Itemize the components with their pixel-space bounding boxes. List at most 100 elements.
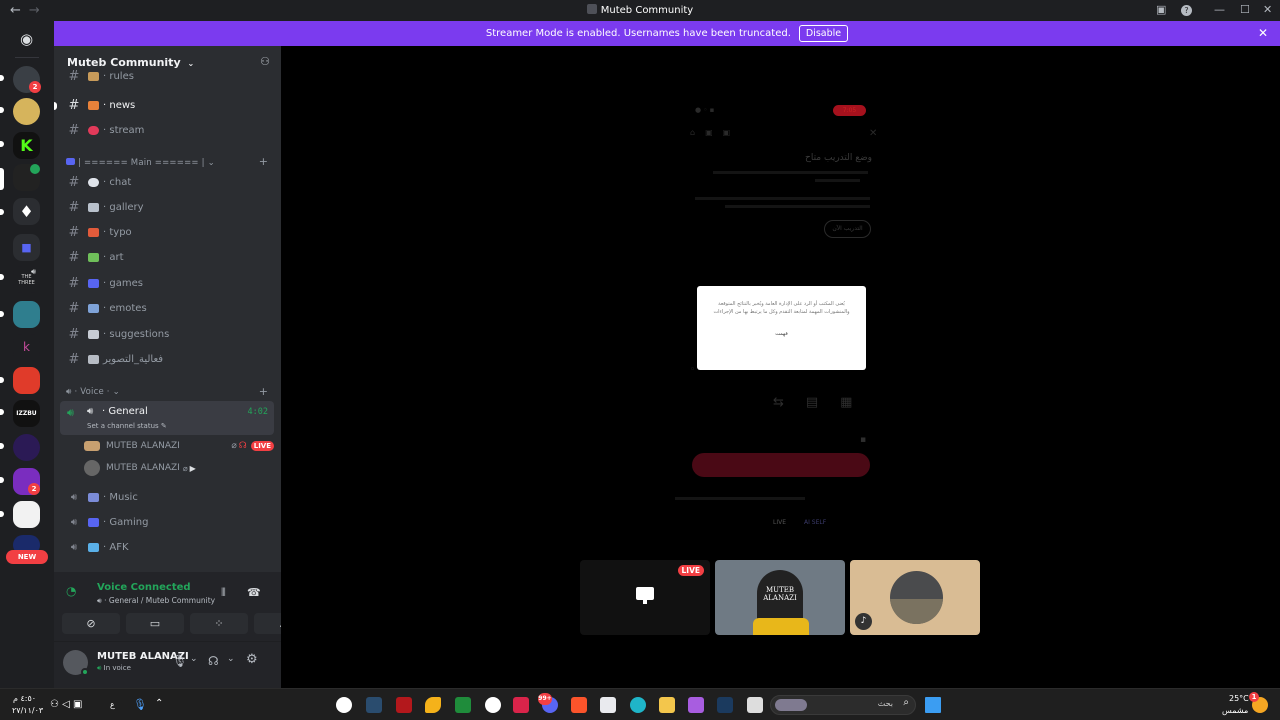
channel-chat[interactable]: # · chat: [60, 171, 274, 194]
microphone-tray-icon[interactable]: 🎙︎: [133, 698, 147, 711]
server-icon-9[interactable]: [13, 367, 40, 394]
headset-icon: ☊: [238, 441, 247, 451]
windows-start-icon[interactable]: [925, 697, 941, 713]
taskbar-app-icon[interactable]: [366, 697, 382, 713]
channel-emoji-icon: [88, 101, 99, 110]
channel-typo[interactable]: # · typo: [60, 221, 274, 244]
category-label: | ====== Main ====== |: [78, 158, 205, 168]
taskbar-app-icon[interactable]: [747, 697, 763, 713]
edge-icon[interactable]: [630, 697, 646, 713]
voice-user-row[interactable]: MUTEB ALANAZI ⌀ ☊ LIVE: [84, 436, 274, 456]
participant-tile-avatar[interactable]: MUTEB ALANAZI: [715, 560, 845, 635]
category-main[interactable]: | ====== Main ====== | ⌄: [66, 158, 215, 168]
voice-channel-afk[interactable]: 🔊︎ · AFK: [60, 536, 274, 559]
taskbar-app-icon[interactable]: [425, 697, 441, 713]
help-icon[interactable]: ?: [1181, 5, 1192, 16]
chevron-down-icon: ⌄: [207, 158, 215, 168]
chevron-down-icon[interactable]: ⌄: [227, 654, 235, 664]
xbox-icon[interactable]: [485, 697, 501, 713]
channel-art[interactable]: # · art: [60, 246, 274, 269]
home-button[interactable]: ◉: [13, 26, 40, 53]
close-button[interactable]: ✕: [1263, 3, 1272, 16]
disable-streamer-mode-button[interactable]: Disable: [798, 25, 849, 42]
voice-channel-general[interactable]: 🔊︎ 🔊︎ · General 4:02 Set a channel statu…: [60, 401, 274, 435]
close-banner-icon[interactable]: ✕: [1258, 26, 1268, 40]
channel-emotes[interactable]: # · emotes: [60, 297, 274, 320]
set-channel-status[interactable]: Set a channel status ✎: [87, 422, 167, 430]
maximize-button[interactable]: ☐: [1240, 3, 1250, 16]
hash-icon: #: [68, 225, 80, 240]
disconnect-icon[interactable]: ☎: [247, 586, 261, 599]
chevron-down-icon[interactable]: ⌄: [190, 654, 198, 664]
voice-status[interactable]: Voice Connected: [97, 582, 191, 593]
participant-tile-user[interactable]: ♪: [850, 560, 980, 635]
share-screen-button[interactable]: ▭: [126, 613, 184, 634]
taskbar-app-icon[interactable]: [396, 697, 412, 713]
taskbar-app-icon[interactable]: [513, 697, 529, 713]
folder-icon[interactable]: ■: [13, 234, 40, 261]
create-channel-icon[interactable]: +: [259, 155, 268, 168]
minimize-button[interactable]: —: [1214, 3, 1225, 16]
file-explorer-icon[interactable]: [659, 697, 675, 713]
channel-emoji-icon: [88, 493, 99, 502]
new-badge: NEW: [6, 550, 48, 564]
hash-icon: #: [68, 69, 80, 83]
muted-mic-icon: ⌀: [231, 441, 237, 451]
server-icon-8[interactable]: k: [13, 334, 40, 361]
clock-date[interactable]: ٢٧/١١/٠٣: [12, 706, 43, 715]
clock-time[interactable]: ٤:٥٠ م: [13, 694, 36, 703]
voice-channel-gaming[interactable]: 🔊︎ · Gaming: [60, 511, 274, 534]
system-tray-icons[interactable]: ⚇ ◁ ▣: [50, 699, 82, 710]
participant-tile-screen[interactable]: LIVE: [580, 560, 710, 635]
channel-name: · games: [103, 278, 143, 289]
voice-channel-music[interactable]: 🔊︎ · Music: [60, 486, 274, 509]
dialog-ok-button: فهمت: [775, 331, 788, 337]
channel-name: · AFK: [103, 542, 129, 553]
channel-gallery[interactable]: # · gallery: [60, 196, 274, 219]
user-avatar-circle: [890, 571, 943, 624]
server-icon-13[interactable]: [13, 501, 40, 528]
turn-off-camera-button[interactable]: ⊘: [62, 613, 120, 634]
server-icon-2[interactable]: [13, 98, 40, 125]
channel-photo-event[interactable]: # فعالية_التصوير: [60, 348, 274, 371]
create-channel-icon[interactable]: +: [259, 385, 268, 398]
chevron-up-icon[interactable]: ⌃: [155, 698, 163, 709]
server-icon-5[interactable]: ♦: [13, 198, 40, 225]
channel-stream[interactable]: # · stream: [60, 119, 274, 142]
channel-rules[interactable]: # · rules: [60, 69, 274, 83]
inbox-icon[interactable]: ▣: [1156, 3, 1166, 16]
server-icon-izzbu[interactable]: IZZBU: [13, 400, 40, 427]
taskbar-app-icon[interactable]: [336, 697, 352, 713]
store-icon[interactable]: [600, 697, 616, 713]
channel-emoji-icon: [88, 279, 99, 288]
noise-suppression-icon[interactable]: ⦀: [221, 586, 226, 600]
mention-badge: 2: [28, 483, 40, 495]
weather-condition[interactable]: مشمس: [1222, 706, 1248, 715]
category-voice[interactable]: 🔊︎ · Voice · ⌄: [66, 387, 120, 397]
server-icon-kick[interactable]: K: [13, 132, 40, 159]
microphone-icon[interactable]: 🎙︎: [172, 654, 187, 668]
connection-signal-icon[interactable]: ◔: [66, 584, 76, 598]
avatar: [84, 441, 100, 451]
taskbar-app-icon[interactable]: [455, 697, 471, 713]
voice-location[interactable]: 🔊︎ · General / Muteb Community: [97, 596, 215, 606]
channel-news[interactable]: # · news: [60, 94, 274, 117]
input-language[interactable]: ع: [110, 700, 115, 709]
invite-people-icon[interactable]: ⚇: [260, 55, 270, 68]
weather-temperature[interactable]: 25°C: [1229, 694, 1249, 703]
channel-name: · emotes: [103, 303, 147, 314]
server-icon-11[interactable]: [13, 434, 40, 461]
activities-button[interactable]: ⁘: [190, 613, 248, 634]
search-box[interactable]: بحث ⌕: [770, 695, 916, 715]
brave-icon[interactable]: [571, 697, 587, 713]
taskbar-app-icon[interactable]: [688, 697, 704, 713]
steam-icon[interactable]: [717, 697, 733, 713]
voice-user-row[interactable]: MUTEB ALANAZI ⌀ ▶: [84, 458, 274, 478]
chevron-down-icon: ⌄: [112, 387, 120, 397]
server-icon-7[interactable]: [13, 301, 40, 328]
headphones-icon[interactable]: ☊: [208, 654, 219, 668]
settings-gear-icon[interactable]: ⚙: [246, 652, 258, 667]
channel-games[interactable]: # · games: [60, 272, 274, 295]
channel-suggestions[interactable]: # · suggestions: [60, 323, 274, 346]
guild-name: Muteb Community: [67, 56, 181, 69]
